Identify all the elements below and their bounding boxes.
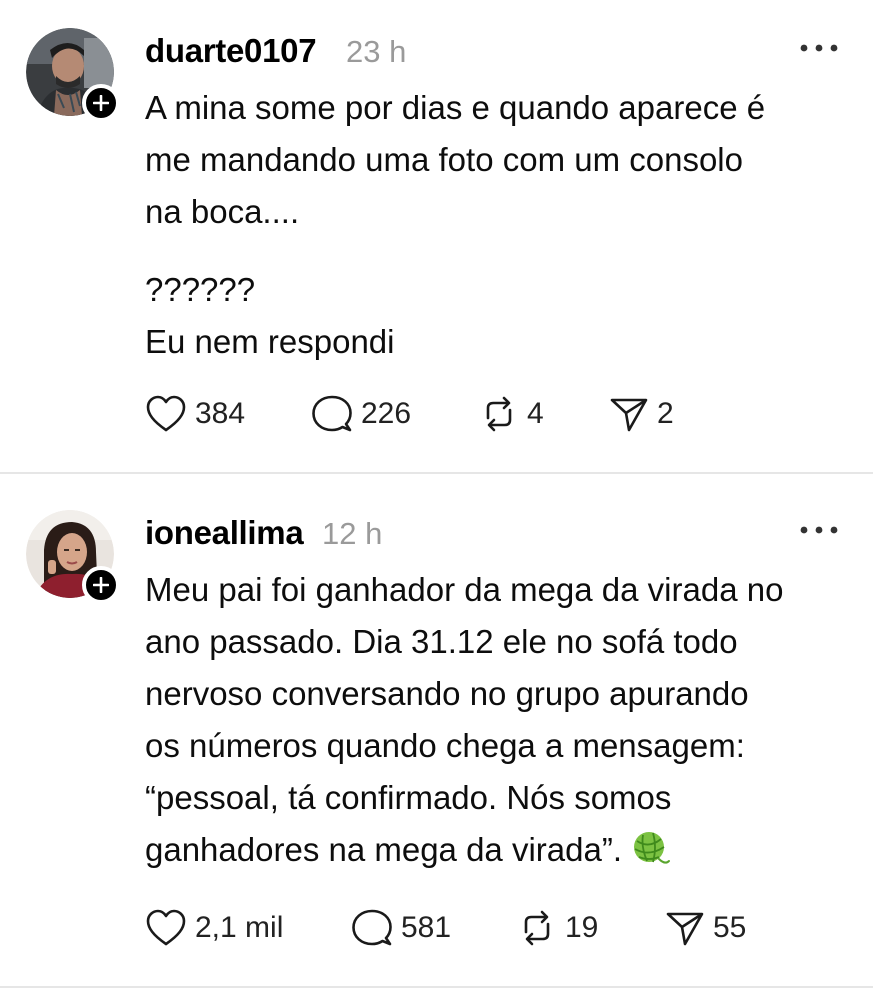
post-actions: 384 226 4 2 bbox=[145, 392, 845, 436]
like-count: 384 bbox=[195, 397, 246, 430]
threads-feed: duarte0107 23 h A mina some por dias e q… bbox=[0, 0, 873, 1000]
username[interactable]: duarte0107 bbox=[145, 32, 317, 70]
follow-plus-button[interactable] bbox=[82, 566, 120, 604]
share-count: 55 bbox=[713, 911, 747, 944]
repost-icon bbox=[486, 396, 512, 432]
comment-bubble-icon bbox=[352, 909, 392, 946]
post-line: ?????? bbox=[145, 271, 256, 308]
post: duarte0107 23 h A mina some por dias e q… bbox=[0, 0, 873, 472]
repost-count: 19 bbox=[565, 911, 599, 944]
post-line: me mandando uma foto com um consolo bbox=[145, 141, 743, 178]
share-count: 2 bbox=[657, 397, 674, 430]
plus-icon bbox=[93, 577, 109, 593]
post: ioneallima 12 h Meu pai foi ganhador da … bbox=[0, 474, 873, 986]
share-button[interactable]: 55 bbox=[665, 906, 746, 950]
repost-button[interactable]: 19 bbox=[517, 906, 598, 950]
more-options-icon[interactable] bbox=[798, 38, 840, 58]
share-button[interactable]: 2 bbox=[609, 392, 674, 436]
post-line: na boca.... bbox=[145, 193, 300, 230]
like-button[interactable]: 2,1 mil bbox=[145, 906, 283, 950]
avatar[interactable] bbox=[26, 510, 120, 604]
avatar[interactable] bbox=[26, 28, 120, 122]
repost-count: 4 bbox=[527, 397, 544, 430]
reply-button[interactable]: 226 bbox=[311, 392, 411, 436]
post-line: ano passado. Dia 31.12 ele no sofá todo bbox=[145, 623, 738, 660]
post-line-with-emoji: ganhadores na mega da virada”. bbox=[145, 824, 855, 876]
username[interactable]: ioneallima bbox=[145, 514, 304, 552]
send-paper-plane-icon bbox=[610, 398, 648, 432]
post-time: 23 h bbox=[346, 34, 407, 69]
post-line: ganhadores na mega da virada”. bbox=[145, 831, 622, 868]
like-count: 2,1 mil bbox=[195, 911, 284, 944]
repost-icon bbox=[524, 910, 550, 946]
comment-bubble-icon bbox=[312, 395, 352, 432]
post-line: “pessoal, tá confirmado. Nós somos bbox=[145, 779, 672, 816]
reply-count: 226 bbox=[361, 397, 412, 430]
more-options-icon[interactable] bbox=[798, 520, 840, 540]
heart-icon bbox=[146, 395, 186, 432]
follow-plus-button[interactable] bbox=[82, 84, 120, 122]
repost-button[interactable]: 4 bbox=[479, 392, 544, 436]
post-body: Meu pai foi ganhador da mega da virada n… bbox=[145, 564, 855, 876]
post-actions: 2,1 mil 581 19 55 bbox=[145, 906, 845, 950]
send-paper-plane-icon bbox=[666, 912, 704, 946]
post-line: nervoso conversando no grupo apurando bbox=[145, 675, 749, 712]
post-body: A mina some por dias e quando aparece é … bbox=[145, 82, 855, 368]
reply-count: 581 bbox=[401, 911, 452, 944]
post-line: A mina some por dias e quando aparece é bbox=[145, 89, 766, 126]
plus-icon bbox=[93, 95, 109, 111]
heart-icon bbox=[146, 909, 186, 946]
post-divider bbox=[0, 986, 873, 988]
post-line: Meu pai foi ganhador da mega da virada n… bbox=[145, 571, 784, 608]
like-button[interactable]: 384 bbox=[145, 392, 245, 436]
yarn-ball-emoji-icon bbox=[634, 832, 671, 864]
post-line-spacer bbox=[145, 238, 855, 264]
post-line: os números quando chega a mensagem: bbox=[145, 727, 745, 764]
reply-button[interactable]: 581 bbox=[351, 906, 451, 950]
post-time: 12 h bbox=[322, 516, 383, 551]
post-line: Eu nem respondi bbox=[145, 323, 395, 360]
